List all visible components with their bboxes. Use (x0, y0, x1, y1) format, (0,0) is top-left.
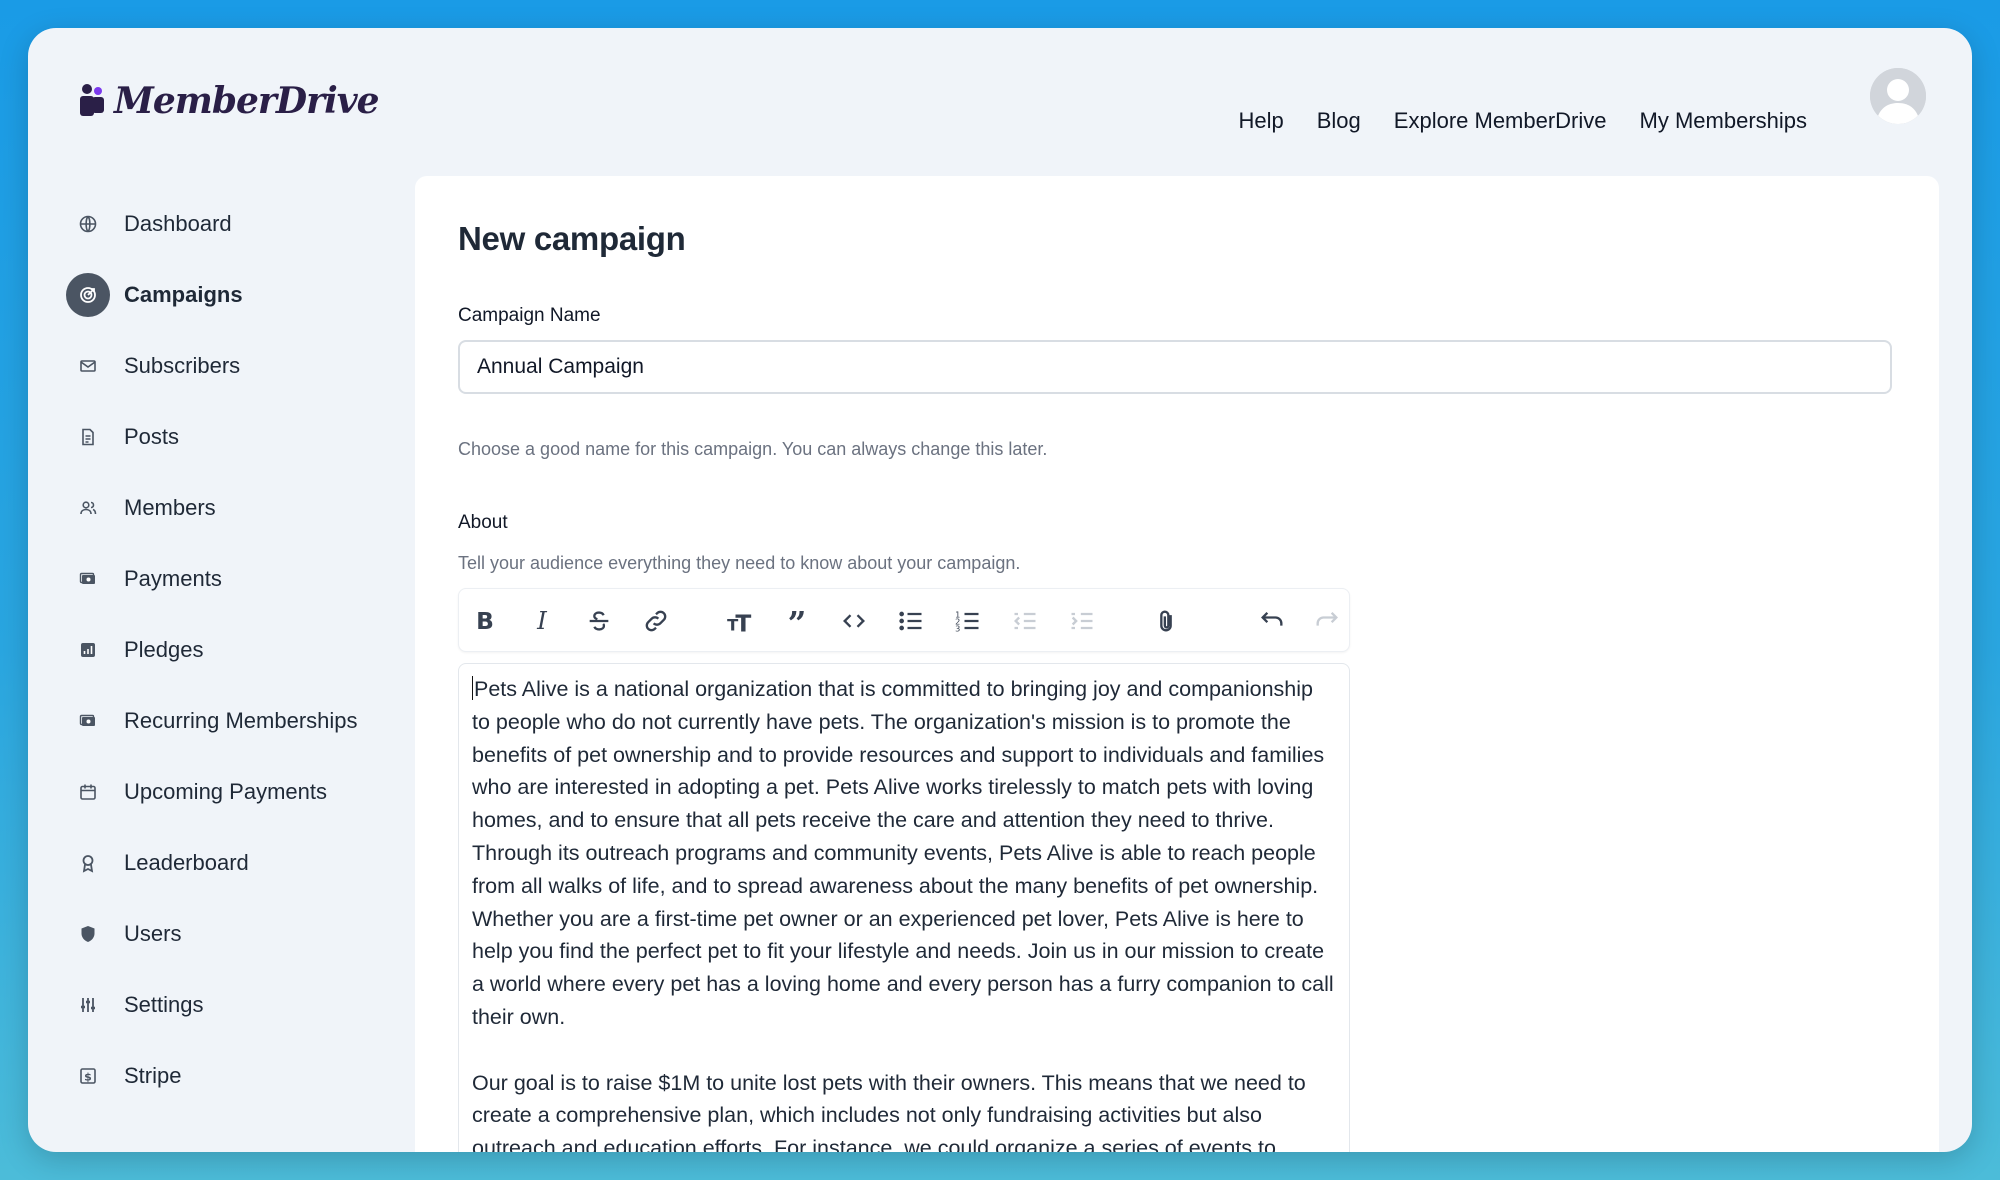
sidebar-item-subscribers[interactable]: Subscribers (66, 330, 396, 401)
indent-icon[interactable] (1062, 601, 1102, 641)
text-caret (472, 676, 473, 700)
about-hint: Tell your audience everything they need … (458, 553, 1021, 573)
sidebar-item-members[interactable]: Members (66, 472, 396, 543)
italic-icon[interactable]: I (522, 601, 562, 641)
editor-paragraph: Our goal is to raise $1M to unite lost p… (472, 1070, 1306, 1152)
shield-icon (66, 912, 110, 956)
nav-blog[interactable]: Blog (1317, 108, 1361, 134)
sidebar-item-users[interactable]: Users (66, 898, 396, 969)
link-icon[interactable] (636, 601, 676, 641)
nav-help[interactable]: Help (1238, 108, 1283, 134)
heading-icon[interactable]: TT (720, 601, 760, 641)
sidebar-item-pledges[interactable]: Pledges (66, 614, 396, 685)
about-label: About (458, 512, 508, 533)
editor-paragraph-text: Pets Alive is a national organization th… (472, 677, 1334, 1029)
quote-icon[interactable]: ” (777, 601, 817, 641)
target-icon (66, 272, 110, 317)
svg-text:”: ” (788, 607, 807, 635)
svg-text:B: B (476, 607, 494, 635)
svg-text:I: I (536, 607, 548, 635)
outdent-icon[interactable] (1005, 601, 1045, 641)
sidebar-item-dashboard[interactable]: Dashboard (66, 188, 396, 259)
sliders-icon (66, 983, 110, 1027)
sidebar-item-label: Dashboard (124, 210, 232, 236)
numbered-list-icon[interactable]: 123 (948, 601, 988, 641)
nav-my-memberships[interactable]: My Memberships (1640, 108, 1807, 134)
top-navigation: Help Blog Explore MemberDrive My Members… (1238, 108, 1807, 134)
sidebar-item-recurring-memberships[interactable]: Recurring Memberships (66, 685, 396, 756)
svg-text:3: 3 (955, 624, 960, 634)
users-icon (66, 486, 110, 530)
redo-icon[interactable] (1307, 601, 1347, 641)
globe-icon (66, 202, 110, 246)
sidebar-item-label: Campaigns (124, 281, 243, 307)
sidebar-item-label: Settings (124, 991, 204, 1017)
svg-text:$: $ (84, 1070, 92, 1083)
code-icon[interactable] (834, 601, 874, 641)
sidebar-item-label: Posts (124, 423, 180, 449)
mail-icon (66, 344, 110, 388)
attach-icon[interactable] (1146, 601, 1186, 641)
bold-icon[interactable]: B (465, 601, 505, 641)
cash-icon (66, 699, 110, 743)
editor-paragraph: Pets Alive is a national organization th… (472, 673, 1336, 1034)
sidebar-item-label: Users (124, 920, 182, 946)
sidebar-item-leaderboard[interactable]: Leaderboard (66, 827, 396, 898)
sidebar-item-label: Recurring Memberships (124, 707, 358, 733)
undo-icon[interactable] (1252, 601, 1292, 641)
sidebar-item-label: Members (124, 494, 216, 520)
sidebar-item-settings[interactable]: Settings (66, 969, 396, 1040)
sidebar-item-label: Stripe (124, 1062, 182, 1088)
sidebar-item-payments[interactable]: Payments (66, 543, 396, 614)
logo-icon (80, 84, 104, 116)
page-title: New campaign (458, 220, 686, 257)
about-editor[interactable]: Pets Alive is a national organization th… (458, 663, 1350, 1152)
document-icon (66, 415, 110, 459)
svg-text:T: T (735, 610, 751, 636)
chart-icon (66, 628, 110, 672)
campaign-name-label: Campaign Name (458, 305, 601, 326)
user-icon (1870, 68, 1926, 124)
sidebar-item-label: Leaderboard (124, 849, 249, 875)
dollar-icon: $ (66, 1054, 110, 1098)
nav-explore[interactable]: Explore MemberDrive (1394, 108, 1607, 134)
sidebar-item-upcoming-payments[interactable]: Upcoming Payments (66, 756, 396, 827)
sidebar-item-label: Upcoming Payments (124, 778, 327, 804)
sidebar-item-campaigns[interactable]: Campaigns (66, 259, 396, 330)
brand-logo[interactable]: MemberDrive (78, 80, 380, 122)
calendar-icon (66, 770, 110, 814)
strikethrough-icon[interactable] (579, 601, 619, 641)
main-panel: New campaign Campaign Name Choose a good… (415, 176, 1939, 1152)
bullet-list-icon[interactable] (891, 601, 931, 641)
campaign-name-hint: Choose a good name for this campaign. Yo… (458, 439, 1048, 459)
brand-name: MemberDrive (114, 80, 380, 122)
app-window: MemberDrive Help Blog Explore MemberDriv… (28, 28, 1972, 1152)
cash-icon (66, 557, 110, 601)
sidebar-item-posts[interactable]: Posts (66, 401, 396, 472)
sidebar-item-stripe[interactable]: $ Stripe (66, 1040, 396, 1111)
sidebar: Dashboard Campaigns Subscribers Posts Me… (66, 188, 396, 1111)
editor-toolbar: B I TT ” 123 (458, 588, 1350, 652)
campaign-name-input[interactable] (458, 340, 1892, 394)
user-avatar[interactable] (1870, 68, 1926, 124)
award-icon (66, 841, 110, 885)
sidebar-item-label: Payments (124, 565, 222, 591)
sidebar-item-label: Pledges (124, 636, 204, 662)
sidebar-item-label: Subscribers (124, 352, 241, 378)
